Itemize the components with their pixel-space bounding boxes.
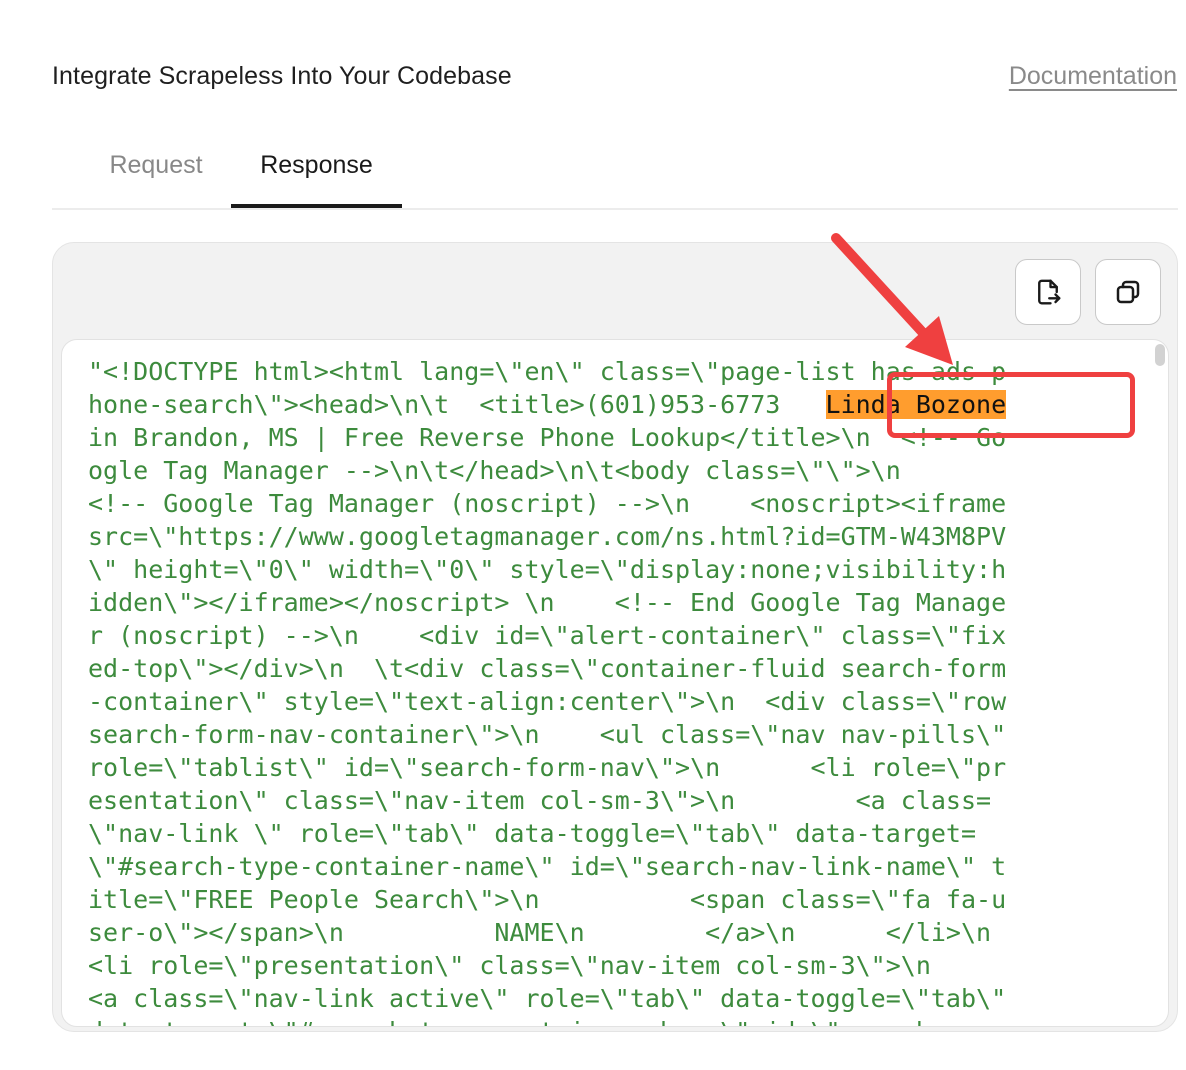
code-line-text: \"nav-link \" role=\"tab\" data-toggle=\… bbox=[88, 819, 977, 848]
code-line: <!-- Google Tag Manager (noscript) -->\n… bbox=[88, 487, 1118, 520]
code-line: r (noscript) -->\n <div id=\"alert-conta… bbox=[88, 619, 1118, 652]
code-line-text: esentation\" class=\"nav-item col-sm-3\"… bbox=[88, 786, 992, 815]
code-line-text: r (noscript) -->\n <div id=\"alert-conta… bbox=[88, 621, 1007, 650]
code-line-text: \" height=\"0\" width=\"0\" style=\"disp… bbox=[88, 555, 1007, 584]
code-line: \"nav-link \" role=\"tab\" data-toggle=\… bbox=[88, 817, 1118, 850]
code-line-text: itle=\"FREE People Search\">\n <span cla… bbox=[88, 885, 1007, 914]
code-line-text: ogle Tag Manager -->\n\t</head>\n\t<body… bbox=[88, 456, 901, 485]
code-line-text: -container\" style=\"text-align:center\"… bbox=[88, 687, 1007, 716]
tab-response[interactable]: Response bbox=[231, 128, 402, 208]
code-line-text: idden\"></iframe></noscript> \n <!-- End… bbox=[88, 588, 1007, 617]
scrollbar-thumb[interactable] bbox=[1155, 344, 1165, 366]
code-viewer[interactable]: "<!DOCTYPE html><html lang=\"en\" class=… bbox=[61, 339, 1169, 1027]
code-line-text: "<!DOCTYPE html><html lang=\"en\" class=… bbox=[88, 357, 1007, 386]
code-line: -container\" style=\"text-align:center\"… bbox=[88, 685, 1118, 718]
code-line-text: role=\"tablist\" id=\"search-form-nav\">… bbox=[88, 753, 1007, 782]
code-line-text: data-target=\"#search-type-container-pho… bbox=[88, 1017, 991, 1026]
code-line: data-target=\"#search-type-container-pho… bbox=[88, 1015, 1118, 1026]
export-button[interactable] bbox=[1015, 259, 1081, 325]
code-line-text: ser-o\"></span>\n NAME\n </a>\n </li>\n bbox=[88, 918, 992, 947]
response-panel: "<!DOCTYPE html><html lang=\"en\" class=… bbox=[52, 242, 1178, 1032]
code-line: search-form-nav-container\">\n <ul class… bbox=[88, 718, 1118, 751]
code-line-text: search-form-nav-container\">\n <ul class… bbox=[88, 720, 1007, 749]
code-line-text: in Brandon, MS | Free Reverse Phone Look… bbox=[88, 423, 1007, 452]
code-line: itle=\"FREE People Search\">\n <span cla… bbox=[88, 883, 1118, 916]
page: Integrate Scrapeless Into Your Codebase … bbox=[0, 0, 1186, 1070]
tab-request[interactable]: Request bbox=[88, 128, 224, 208]
code-line-text: hone-search\"><head>\n\t <title>(601)953… bbox=[88, 390, 826, 419]
code-line: esentation\" class=\"nav-item col-sm-3\"… bbox=[88, 784, 1118, 817]
code-line: <li role=\"presentation\" class=\"nav-it… bbox=[88, 949, 1118, 982]
response-code: "<!DOCTYPE html><html lang=\"en\" class=… bbox=[88, 355, 1118, 1026]
copy-icon bbox=[1116, 280, 1140, 304]
code-line: ogle Tag Manager -->\n\t</head>\n\t<body… bbox=[88, 454, 1118, 487]
code-line: src=\"https://www.googletagmanager.com/n… bbox=[88, 520, 1118, 553]
tab-bar: Request Response bbox=[52, 128, 1178, 210]
code-line: \"#search-type-container-name\" id=\"sea… bbox=[88, 850, 1118, 883]
code-line-text: <a class=\"nav-link active\" role=\"tab\… bbox=[88, 984, 1007, 1013]
code-line-text: ed-top\"></div>\n \t<div class=\"contain… bbox=[88, 654, 1007, 683]
code-line-text: src=\"https://www.googletagmanager.com/n… bbox=[88, 522, 1007, 551]
page-title: Integrate Scrapeless Into Your Codebase bbox=[52, 62, 512, 90]
documentation-link[interactable]: Documentation bbox=[1009, 62, 1177, 91]
code-line-text: <!-- Google Tag Manager (noscript) -->\n… bbox=[88, 489, 1007, 518]
file-export-icon bbox=[1038, 279, 1061, 305]
code-line: role=\"tablist\" id=\"search-form-nav\">… bbox=[88, 751, 1118, 784]
code-line: ed-top\"></div>\n \t<div class=\"contain… bbox=[88, 652, 1118, 685]
code-line: \" height=\"0\" width=\"0\" style=\"disp… bbox=[88, 553, 1118, 586]
code-line: <a class=\"nav-link active\" role=\"tab\… bbox=[88, 982, 1118, 1015]
code-line-text: \"#search-type-container-name\" id=\"sea… bbox=[88, 852, 1007, 881]
annotation-highlight-box bbox=[887, 372, 1135, 438]
code-line: ser-o\"></span>\n NAME\n </a>\n </li>\n bbox=[88, 916, 1118, 949]
copy-button[interactable] bbox=[1095, 259, 1161, 325]
code-line: idden\"></iframe></noscript> \n <!-- End… bbox=[88, 586, 1118, 619]
code-line-text: <li role=\"presentation\" class=\"nav-it… bbox=[88, 951, 931, 980]
